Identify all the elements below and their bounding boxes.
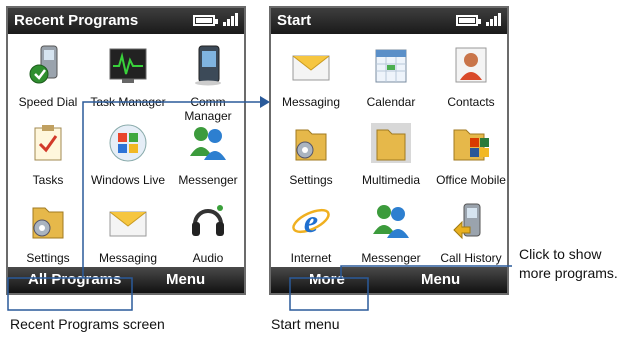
- tasks-icon: [34, 125, 62, 161]
- title-bar: Start: [271, 8, 507, 34]
- task-manager-icon: [109, 48, 147, 83]
- recent-programs-screen: Recent Programs Speed Dial Task Manager: [6, 6, 246, 295]
- tile-tasks[interactable]: Tasks: [8, 122, 88, 187]
- callout-line-2: more programs.: [519, 265, 618, 281]
- tile-label: Contacts: [447, 95, 495, 109]
- contacts-icon: [455, 47, 487, 83]
- start-menu-screen: Start Messaging Calendar Contacts Settin…: [269, 6, 509, 295]
- tile-label: Comm Manager: [184, 95, 232, 123]
- tile-label: Speed Dial: [18, 95, 78, 109]
- battery-icon: [193, 15, 218, 26]
- softkey-all-programs[interactable]: All Programs: [28, 267, 121, 293]
- tile-messaging[interactable]: Messaging: [88, 200, 168, 265]
- tile-speed-dial[interactable]: Speed Dial: [8, 44, 88, 109]
- status-icons: [456, 13, 501, 26]
- messaging-icon: [109, 211, 147, 237]
- softkey-more[interactable]: More: [309, 267, 345, 293]
- tile-label: Office Mobile: [436, 173, 506, 187]
- status-icons: [193, 13, 238, 26]
- battery-icon: [456, 15, 481, 26]
- tile-label: Messaging: [281, 95, 341, 109]
- softkey-bar: All Programs Menu: [8, 267, 244, 293]
- settings-icon: [295, 129, 327, 161]
- windows-live-icon: [109, 124, 147, 162]
- svg-text:e: e: [304, 203, 318, 239]
- softkey-bar: More Menu: [271, 267, 507, 293]
- messaging-icon: [292, 55, 330, 81]
- tile-messenger[interactable]: Messenger: [351, 200, 431, 265]
- title-bar: Recent Programs: [8, 8, 244, 34]
- tile-contacts[interactable]: Contacts: [431, 44, 507, 109]
- speed-dial-icon: [29, 45, 58, 84]
- tile-label: Settings: [26, 251, 70, 265]
- tile-label: Messaging: [98, 251, 158, 265]
- tile-comm-manager[interactable]: Comm Manager: [168, 44, 244, 123]
- tile-label: Multimedia: [361, 173, 421, 187]
- internet-explorer-icon: e: [292, 203, 330, 239]
- left-caption: Recent Programs screen: [10, 316, 165, 332]
- softkey-menu[interactable]: Menu: [166, 267, 205, 293]
- tile-messaging[interactable]: Messaging: [271, 44, 351, 109]
- right-caption: Start menu: [271, 316, 340, 332]
- audio-manager-icon: [192, 205, 224, 236]
- screen-title: Start: [277, 12, 312, 29]
- tile-label: Tasks: [32, 173, 64, 187]
- screen-title: Recent Programs: [14, 12, 139, 29]
- tile-multimedia[interactable]: Multimedia: [351, 122, 431, 187]
- tile-label: Settings: [289, 173, 333, 187]
- tile-messenger[interactable]: Messenger: [168, 122, 244, 187]
- tile-calendar[interactable]: Calendar: [351, 44, 431, 109]
- callout-line-1: Click to show: [519, 246, 602, 262]
- tile-label: Call History: [440, 251, 502, 265]
- signal-icon: [223, 13, 238, 26]
- tile-label: Messenger: [178, 173, 238, 187]
- calendar-icon: [375, 49, 407, 83]
- tile-windows-live[interactable]: Windows Live: [88, 122, 168, 187]
- tile-label: Task Manager: [90, 95, 166, 109]
- call-history-icon: [453, 203, 481, 240]
- tile-label: Messenger: [361, 251, 421, 265]
- multimedia-icon: [371, 123, 411, 163]
- comm-manager-icon: [195, 45, 221, 86]
- office-mobile-icon: [453, 129, 489, 161]
- messenger-icon: [373, 205, 409, 238]
- tile-settings[interactable]: Settings: [271, 122, 351, 187]
- settings-icon: [32, 207, 64, 239]
- messenger-icon: [190, 127, 226, 160]
- tile-label: Windows Live: [90, 173, 166, 187]
- tile-call-history[interactable]: Call History: [431, 200, 507, 265]
- softkey-menu[interactable]: Menu: [421, 267, 460, 293]
- signal-icon: [486, 13, 501, 26]
- tile-label: Calendar: [366, 95, 416, 109]
- callout-text: Click to show more programs.: [519, 245, 618, 283]
- tile-office-mobile[interactable]: Office Mobile: [431, 122, 507, 187]
- tile-settings[interactable]: Settings: [8, 200, 88, 265]
- tile-task-manager[interactable]: Task Manager: [88, 44, 168, 109]
